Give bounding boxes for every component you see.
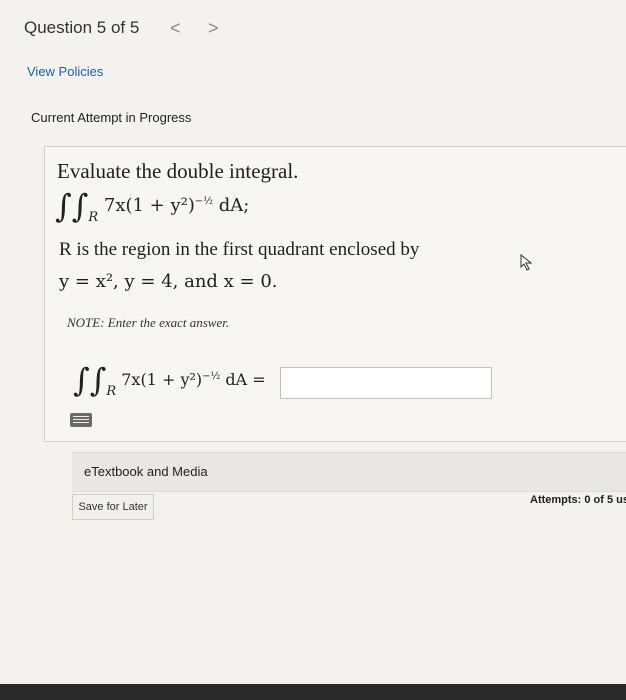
question-prompt: Evaluate the double integral. [57, 159, 299, 183]
answer-region-subscript: R [106, 384, 117, 399]
next-question-icon[interactable]: > [208, 18, 219, 39]
answer-note: NOTE: Enter the exact answer. [67, 315, 230, 330]
integral-sign-icon: ∫∫ [55, 187, 89, 225]
mouse-cursor-icon [520, 254, 533, 271]
view-policies-link[interactable]: View Policies [27, 64, 103, 79]
attempts-counter: Attempts: 0 of 5 use [530, 494, 626, 506]
previous-question-icon[interactable]: < [170, 18, 181, 39]
region-subscript: R [88, 210, 99, 225]
integral-sign-icon: ∫∫ [73, 361, 107, 399]
answer-exponent: −½ [202, 370, 221, 382]
question-panel: Evaluate the double integral. ∫∫R 7x(1 +… [44, 146, 626, 442]
attempt-status: Current Attempt in Progress [31, 110, 192, 125]
answer-integral-expression: ∫∫R 7x(1 + y²)−½ dA = [73, 361, 266, 399]
question-counter: Question 5 of 5 [24, 18, 140, 37]
answer-equals: dA = [225, 370, 266, 389]
etextbook-media-section[interactable]: eTextbook and Media [72, 452, 626, 492]
bottom-bar [0, 684, 626, 700]
math-keyboard-icon[interactable] [70, 413, 92, 427]
region-description: R is the region in the first quadrant en… [59, 239, 420, 260]
etextbook-media-label: eTextbook and Media [84, 464, 208, 479]
region-equations: y = x², y = 4, and x = 0. [59, 271, 278, 292]
integrand-exponent: −½ [194, 196, 213, 207]
double-integral-expression: ∫∫R 7x(1 + y²)−½ dA; [55, 187, 249, 225]
answer-input[interactable] [280, 367, 492, 399]
save-for-later-button[interactable]: Save for Later [72, 494, 154, 520]
differential: dA; [218, 195, 250, 216]
answer-integrand: 7x(1 + y²) [121, 370, 203, 389]
integrand: 7x(1 + y²) [103, 195, 195, 216]
